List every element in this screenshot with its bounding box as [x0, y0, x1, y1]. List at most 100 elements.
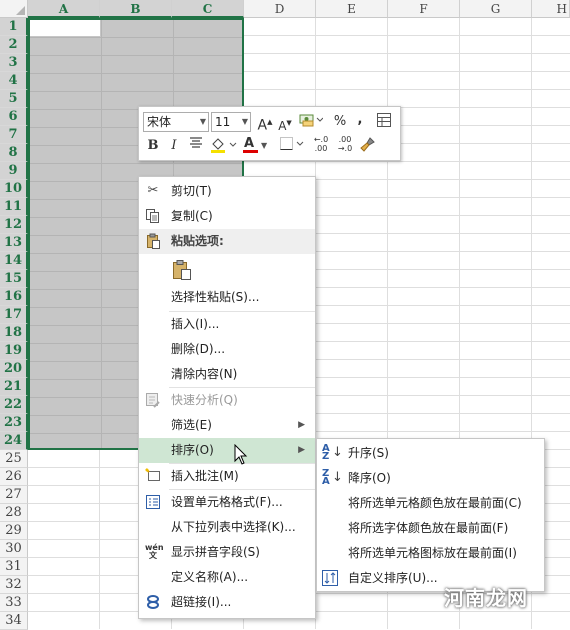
select-all-corner[interactable] [0, 0, 28, 18]
decrease-decimal-button[interactable]: .00 →.0 [335, 135, 355, 155]
italic-button[interactable]: I [167, 136, 181, 156]
row-header[interactable]: 6 [0, 108, 28, 126]
menu-item-copy[interactable]: 复制(C) [139, 204, 315, 229]
menu-item-delete[interactable]: 删除(D)... [139, 337, 315, 362]
copy-icon [145, 208, 161, 224]
column-header-f[interactable]: F [388, 0, 460, 18]
chevron-down-icon: ▼ [261, 141, 268, 150]
menu-item-show-phonetic[interactable]: wén 文 显示拼音字段(S) [139, 540, 315, 565]
row-header[interactable]: 27 [0, 486, 28, 504]
row-header[interactable]: 9 [0, 162, 28, 180]
menu-item-label: 超链接(I)... [171, 595, 232, 609]
menu-item-label: 设置单元格格式(F)... [171, 495, 283, 509]
borders-button[interactable] [279, 136, 305, 156]
row-header[interactable]: 24 [0, 432, 28, 450]
paint-bucket-icon [211, 138, 237, 153]
paste-icon [145, 233, 161, 249]
column-header-g[interactable]: G [460, 0, 532, 18]
menu-item-filter[interactable]: 筛选(E) ▶ [139, 413, 315, 438]
menu-item-format-cells[interactable]: 设置单元格格式(F)... [139, 490, 315, 515]
align-center-icon [190, 137, 202, 148]
row-header[interactable]: 4 [0, 72, 28, 90]
menu-item-insert[interactable]: 插入(I)... [139, 312, 315, 337]
row-header[interactable]: 33 [0, 594, 28, 612]
row-header[interactable]: 26 [0, 468, 28, 486]
comma-style-button[interactable]: , [355, 110, 365, 130]
row-header[interactable]: 15 [0, 270, 28, 288]
menu-item-define-name[interactable]: 定义名称(A)... [139, 565, 315, 590]
row-header[interactable]: 8 [0, 144, 28, 162]
format-painter-table-button[interactable] [375, 112, 393, 132]
borders-icon [280, 137, 304, 150]
row-header[interactable]: 14 [0, 252, 28, 270]
fill-color-button[interactable] [209, 136, 237, 156]
row-header[interactable]: 18 [0, 324, 28, 342]
phonetic-icon: wén 文 [145, 543, 164, 560]
column-header-b[interactable]: B [100, 0, 172, 18]
font-name-box[interactable]: 宋体 ▼ [143, 112, 209, 132]
row-header[interactable]: 1 [0, 18, 28, 36]
menu-item-clear-contents[interactable]: 清除内容(N) [139, 362, 315, 387]
paste-option-button[interactable] [139, 255, 315, 285]
active-cell[interactable] [30, 20, 100, 36]
menu-item-label: 复制(C) [171, 209, 213, 223]
menu-item-insert-comment[interactable]: 插入批注(M) [139, 464, 315, 489]
row-header[interactable]: 7 [0, 126, 28, 144]
row-header[interactable]: 29 [0, 522, 28, 540]
menu-item-cut[interactable]: ✂ 剪切(T) [139, 179, 315, 204]
row-header[interactable]: 32 [0, 576, 28, 594]
column-header-c[interactable]: C [172, 0, 244, 18]
column-header-h[interactable]: H [532, 0, 570, 18]
row-header[interactable]: 11 [0, 198, 28, 216]
format-painter-button[interactable] [359, 136, 377, 156]
font-size-box[interactable]: 11 ▼ [211, 112, 251, 132]
row-header[interactable]: 22 [0, 396, 28, 414]
row-header[interactable]: 20 [0, 360, 28, 378]
font-color-button[interactable]: A ▼ [242, 136, 270, 156]
row-header[interactable]: 30 [0, 540, 28, 558]
row-header[interactable]: 12 [0, 216, 28, 234]
row-header[interactable]: 23 [0, 414, 28, 432]
row-header[interactable]: 31 [0, 558, 28, 576]
comment-icon [145, 468, 161, 484]
submenu-item-cell-color-first[interactable]: 将所选单元格颜色放在最前面(C) [317, 491, 544, 516]
submenu-item-sort-descending[interactable]: Z A ↓ 降序(O) [317, 466, 544, 491]
menu-item-label: 快速分析(Q) [171, 393, 238, 407]
menu-item-paste-special[interactable]: 选择性粘贴(S)... [139, 285, 315, 310]
row-header[interactable]: 10 [0, 180, 28, 198]
column-header-d[interactable]: D [244, 0, 316, 18]
decrease-font-size-button[interactable]: A▼ [277, 113, 293, 133]
increase-font-size-button[interactable]: A▲ [257, 112, 273, 134]
increase-decimal-button[interactable]: ←.0 .00 [311, 135, 331, 155]
menu-item-sort[interactable]: 排序(O) ▶ [139, 438, 315, 463]
row-header[interactable]: 3 [0, 54, 28, 72]
submenu-item-sort-ascending[interactable]: A Z ↓ 升序(S) [317, 441, 544, 466]
column-header-a[interactable]: A [28, 0, 100, 18]
row-header[interactable]: 5 [0, 90, 28, 108]
row-header[interactable]: 17 [0, 306, 28, 324]
bold-button[interactable]: B [145, 136, 161, 156]
percent-style-button[interactable]: % [333, 112, 347, 132]
align-center-button[interactable] [187, 136, 205, 156]
row-header[interactable]: 19 [0, 342, 28, 360]
chevron-right-icon: ▶ [298, 445, 305, 455]
row-header[interactable]: 28 [0, 504, 28, 522]
menu-item-hyperlink[interactable]: 超链接(I)... [139, 590, 315, 615]
submenu-item-label: 自定义排序(U)... [348, 571, 438, 585]
font-color-swatch [243, 150, 258, 153]
row-header[interactable]: 21 [0, 378, 28, 396]
submenu-item-font-color-first[interactable]: 将所选字体颜色放在最前面(F) [317, 516, 544, 541]
row-header[interactable]: 16 [0, 288, 28, 306]
row-header[interactable]: 2 [0, 36, 28, 54]
menu-item-pick-from-list[interactable]: 从下拉列表中选择(K)... [139, 515, 315, 540]
custom-sort-icon [322, 570, 338, 586]
column-header-e[interactable]: E [316, 0, 388, 18]
row-header[interactable]: 34 [0, 612, 28, 630]
watermark: 河南龙网 [444, 586, 528, 610]
row-header[interactable]: 25 [0, 450, 28, 468]
table-icon [377, 113, 391, 127]
context-menu: ✂ 剪切(T) 复制(C) 粘贴选项: 选择性粘贴(S)... 插入(I)... [138, 176, 316, 619]
submenu-item-cell-icon-first[interactable]: 将所选单元格图标放在最前面(I) [317, 541, 544, 566]
row-header[interactable]: 13 [0, 234, 28, 252]
number-format-button[interactable] [298, 112, 324, 132]
